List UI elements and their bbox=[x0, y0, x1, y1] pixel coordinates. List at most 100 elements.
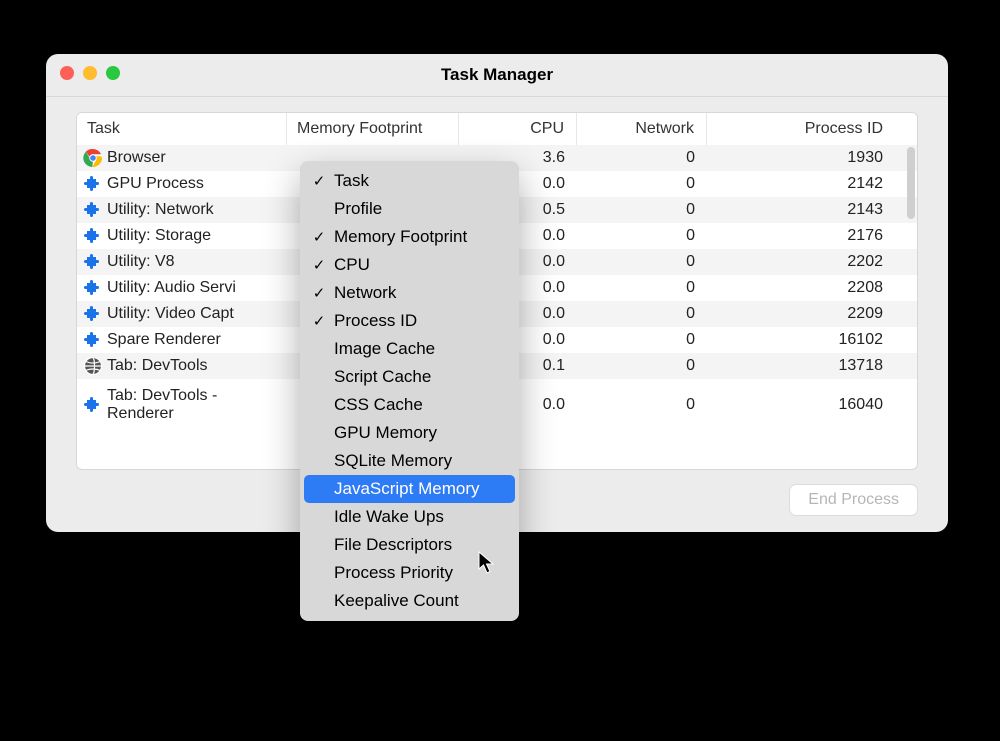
menu-item-script-cache[interactable]: Script Cache bbox=[300, 363, 519, 391]
extension-icon bbox=[83, 226, 103, 246]
cell-process-id: 2202 bbox=[707, 253, 895, 271]
extension-icon bbox=[83, 226, 103, 246]
menu-item-sqlite-memory[interactable]: SQLite Memory bbox=[300, 447, 519, 475]
cell-network: 0 bbox=[577, 201, 707, 219]
menu-item-label: JavaScript Memory bbox=[334, 479, 479, 499]
extension-icon bbox=[83, 252, 103, 272]
cell-network: 0 bbox=[577, 175, 707, 193]
col-header-task[interactable]: Task bbox=[77, 113, 287, 145]
checkmark-icon: ✓ bbox=[310, 284, 328, 302]
extension-icon bbox=[83, 174, 103, 194]
close-button[interactable] bbox=[60, 66, 74, 80]
task-label: Utility: Audio Servi bbox=[107, 279, 236, 297]
menu-item-process-id[interactable]: ✓ Process ID bbox=[300, 307, 519, 335]
cell-process-id: 2176 bbox=[707, 227, 895, 245]
menu-item-javascript-memory[interactable]: JavaScript Memory bbox=[304, 475, 515, 503]
task-label: Utility: Storage bbox=[107, 227, 211, 245]
menu-item-task[interactable]: ✓ Task bbox=[300, 167, 519, 195]
checkmark-icon: ✓ bbox=[310, 256, 328, 274]
cell-task: Tab: DevTools -Renderer bbox=[77, 387, 287, 424]
menu-item-css-cache[interactable]: CSS Cache bbox=[300, 391, 519, 419]
vertical-scrollbar[interactable] bbox=[907, 147, 915, 219]
extension-icon bbox=[83, 174, 103, 194]
cell-network: 0 bbox=[577, 396, 707, 414]
cell-task: Utility: Video Capt bbox=[77, 304, 287, 324]
menu-item-gpu-memory[interactable]: GPU Memory bbox=[300, 419, 519, 447]
menu-item-label: Process Priority bbox=[334, 563, 453, 583]
col-header-memory-footprint[interactable]: Memory Footprint bbox=[287, 113, 459, 145]
menu-item-label: Image Cache bbox=[334, 339, 435, 359]
cell-network: 0 bbox=[577, 331, 707, 349]
task-label: Tab: DevTools bbox=[107, 357, 208, 375]
col-header-process-id[interactable]: Process ID bbox=[707, 113, 895, 145]
globe-icon bbox=[83, 356, 103, 376]
menu-item-label: CSS Cache bbox=[334, 395, 423, 415]
extension-icon bbox=[83, 304, 103, 324]
menu-item-file-descriptors[interactable]: File Descriptors bbox=[300, 531, 519, 559]
minimize-button[interactable] bbox=[83, 66, 97, 80]
menu-item-label: Process ID bbox=[334, 311, 417, 331]
end-process-button[interactable]: End Process bbox=[789, 484, 918, 516]
menu-item-process-priority[interactable]: Process Priority bbox=[300, 559, 519, 587]
menu-item-cpu[interactable]: ✓ CPU bbox=[300, 251, 519, 279]
cell-process-id: 16102 bbox=[707, 331, 895, 349]
menu-item-label: Task bbox=[334, 171, 369, 191]
chrome-icon bbox=[83, 148, 103, 168]
cell-task: Tab: DevTools bbox=[77, 356, 287, 376]
menu-item-idle-wake-ups[interactable]: Idle Wake Ups bbox=[300, 503, 519, 531]
cell-network: 0 bbox=[577, 305, 707, 323]
cell-process-id: 2142 bbox=[707, 175, 895, 193]
cell-task: GPU Process bbox=[77, 174, 287, 194]
task-label: Spare Renderer bbox=[107, 331, 221, 349]
cell-process-id: 13718 bbox=[707, 357, 895, 375]
extension-icon bbox=[83, 330, 103, 350]
menu-item-label: Memory Footprint bbox=[334, 227, 467, 247]
cell-network: 0 bbox=[577, 279, 707, 297]
cell-network: 0 bbox=[577, 149, 707, 167]
chrome-icon bbox=[83, 148, 103, 168]
menu-item-network[interactable]: ✓Network bbox=[300, 279, 519, 307]
menu-item-image-cache[interactable]: Image Cache bbox=[300, 335, 519, 363]
cell-network: 0 bbox=[577, 357, 707, 375]
col-header-network[interactable]: Network bbox=[577, 113, 707, 145]
cell-task: Utility: Audio Servi bbox=[77, 278, 287, 298]
cell-task: Utility: V8 bbox=[77, 252, 287, 272]
menu-item-label: Script Cache bbox=[334, 367, 431, 387]
cell-process-id: 16040 bbox=[707, 396, 895, 414]
menu-item-label: CPU bbox=[334, 255, 370, 275]
extension-icon bbox=[83, 278, 103, 298]
cell-network: 0 bbox=[577, 253, 707, 271]
cell-process-id: 1930 bbox=[707, 149, 895, 167]
extension-icon bbox=[83, 395, 103, 415]
traffic-lights bbox=[60, 66, 120, 80]
menu-item-label: GPU Memory bbox=[334, 423, 437, 443]
menu-item-label: File Descriptors bbox=[334, 535, 452, 555]
task-label: Tab: DevTools -Renderer bbox=[107, 387, 217, 424]
titlebar: Task Manager bbox=[46, 54, 948, 97]
window-title: Task Manager bbox=[441, 65, 553, 85]
cell-process-id: 2209 bbox=[707, 305, 895, 323]
checkmark-icon: ✓ bbox=[310, 312, 328, 330]
table-header[interactable]: Task Memory Footprint CPU Network Proces… bbox=[77, 113, 917, 145]
cell-process-id: 2208 bbox=[707, 279, 895, 297]
menu-item-memory-footprint[interactable]: ✓ Memory Footprint bbox=[300, 223, 519, 251]
menu-item-label: SQLite Memory bbox=[334, 451, 452, 471]
col-header-cpu[interactable]: CPU bbox=[459, 113, 577, 145]
globe-icon bbox=[83, 356, 103, 376]
checkmark-icon: ✓ bbox=[310, 172, 328, 190]
task-label: Utility: Video Capt bbox=[107, 305, 234, 323]
menu-item-profile[interactable]: Profile bbox=[300, 195, 519, 223]
menu-item-keepalive-count[interactable]: Keepalive Count bbox=[300, 587, 519, 615]
checkmark-icon: ✓ bbox=[310, 228, 328, 246]
extension-icon bbox=[83, 200, 103, 220]
menu-item-label: Profile bbox=[334, 199, 382, 219]
cell-task: Browser bbox=[77, 148, 287, 168]
task-label: Utility: Network bbox=[107, 201, 214, 219]
cell-task: Utility: Storage bbox=[77, 226, 287, 246]
columns-context-menu: ✓ Task Profile ✓ Memory Footprint ✓ CPU ✓Networ… bbox=[300, 161, 519, 621]
zoom-button[interactable] bbox=[106, 66, 120, 80]
extension-icon bbox=[83, 252, 103, 272]
cell-process-id: 2143 bbox=[707, 201, 895, 219]
task-label: Utility: V8 bbox=[107, 253, 175, 271]
extension-icon bbox=[83, 395, 103, 415]
